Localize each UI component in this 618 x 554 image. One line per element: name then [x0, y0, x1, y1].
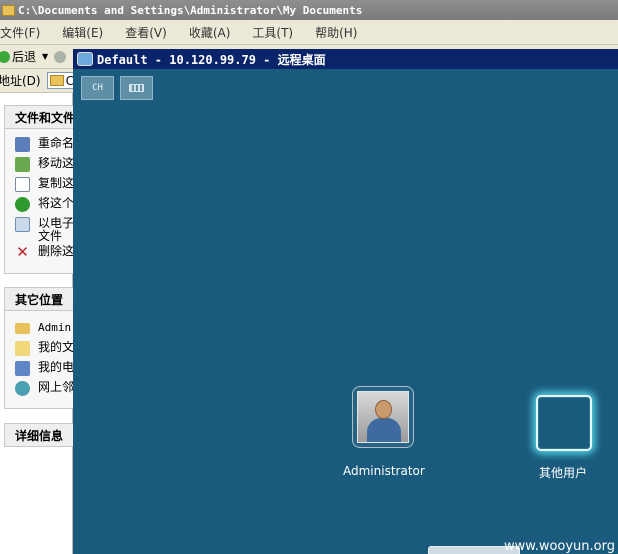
rdp-title: Default - 10.120.99.79 - 远程桌面 — [97, 52, 326, 67]
folder-icon — [2, 4, 15, 16]
watermark: www.wooyun.org — [503, 539, 615, 554]
folder-icon — [49, 75, 64, 86]
my-documents-icon — [15, 341, 30, 356]
address-label: 地址(D) — [0, 74, 41, 88]
copy-icon — [15, 177, 30, 192]
task-group-file-header[interactable]: 文件和文件 — [4, 105, 73, 129]
folder-icon — [15, 323, 30, 334]
explorer-title: C:\Documents and Settings\Administrator\… — [18, 3, 363, 17]
explorer-title-bar: C:\Documents and Settings\Administrator\… — [0, 0, 618, 20]
email-icon — [15, 217, 30, 232]
task-group-places-body: Admin 我的文 我的电 网上邻 — [4, 311, 74, 409]
task-group-title: 其它位置 — [15, 292, 64, 307]
rename-icon — [15, 137, 30, 152]
remote-desktop-window: Default - 10.120.99.79 - 远程桌面 CH Adminis… — [73, 49, 618, 554]
task-group-title: 详细信息 — [15, 428, 64, 443]
keyboard-icon — [129, 84, 144, 92]
task-pane: 文件和文件 重命名 移动这 复制这 将这个 以电子 文件 ✕ 删除这 其它位置 … — [0, 93, 74, 554]
task-group-title: 文件和文件 — [15, 110, 73, 125]
menu-favorites[interactable]: 收藏(A) — [189, 24, 231, 41]
on-screen-keyboard-button[interactable] — [120, 76, 153, 100]
network-icon — [15, 381, 30, 396]
user-tile-administrator[interactable] — [352, 386, 414, 448]
language-button[interactable]: CH — [81, 76, 114, 100]
back-arrow-icon[interactable] — [0, 50, 10, 63]
task-group-places-header[interactable]: 其它位置 — [4, 287, 73, 311]
place-network[interactable]: 网上邻 — [15, 381, 77, 396]
place-my-documents[interactable]: 我的文 — [15, 341, 77, 356]
my-computer-icon — [15, 361, 30, 376]
place-admin[interactable]: Admin — [15, 321, 77, 334]
delete-icon: ✕ — [16, 245, 29, 260]
menu-file[interactable]: 文件(F) — [0, 24, 40, 41]
task-rename[interactable]: 重命名 — [15, 137, 77, 152]
rdp-title-bar: Default - 10.120.99.79 - 远程桌面 — [73, 49, 618, 69]
task-group-file-body: 重命名 移动这 复制这 将这个 以电子 文件 ✕ 删除这 — [4, 129, 74, 274]
remote-desktop-icon — [77, 52, 93, 66]
user-avatar-icon — [357, 391, 409, 443]
move-icon — [15, 157, 30, 172]
menu-bar: 文件(F) 编辑(E) 查看(V) 收藏(A) 工具(T) 帮助(H) — [0, 20, 618, 45]
task-publish-web[interactable]: 将这个 — [15, 197, 77, 212]
forward-arrow-icon[interactable] — [54, 50, 67, 63]
chevron-down-icon[interactable]: ▼ — [42, 52, 48, 61]
task-move[interactable]: 移动这 — [15, 157, 77, 172]
task-delete[interactable]: ✕ 删除这 — [15, 245, 77, 260]
user-name-other[interactable]: 其他用户 — [539, 464, 587, 481]
task-group-details-header[interactable]: 详细信息 — [4, 423, 73, 447]
task-copy[interactable]: 复制这 — [15, 177, 77, 192]
user-tile-other[interactable] — [536, 395, 592, 451]
back-button[interactable]: 后退 — [12, 48, 36, 65]
publish-web-icon — [15, 197, 30, 212]
menu-help[interactable]: 帮助(H) — [315, 24, 357, 41]
menu-tools[interactable]: 工具(T) — [252, 24, 293, 41]
place-my-computer[interactable]: 我的电 — [15, 361, 77, 376]
task-email[interactable]: 以电子 文件 — [15, 217, 77, 243]
user-name-administrator[interactable]: Administrator — [343, 464, 425, 478]
menu-edit[interactable]: 编辑(E) — [62, 24, 103, 41]
menu-view[interactable]: 查看(V) — [125, 24, 167, 41]
